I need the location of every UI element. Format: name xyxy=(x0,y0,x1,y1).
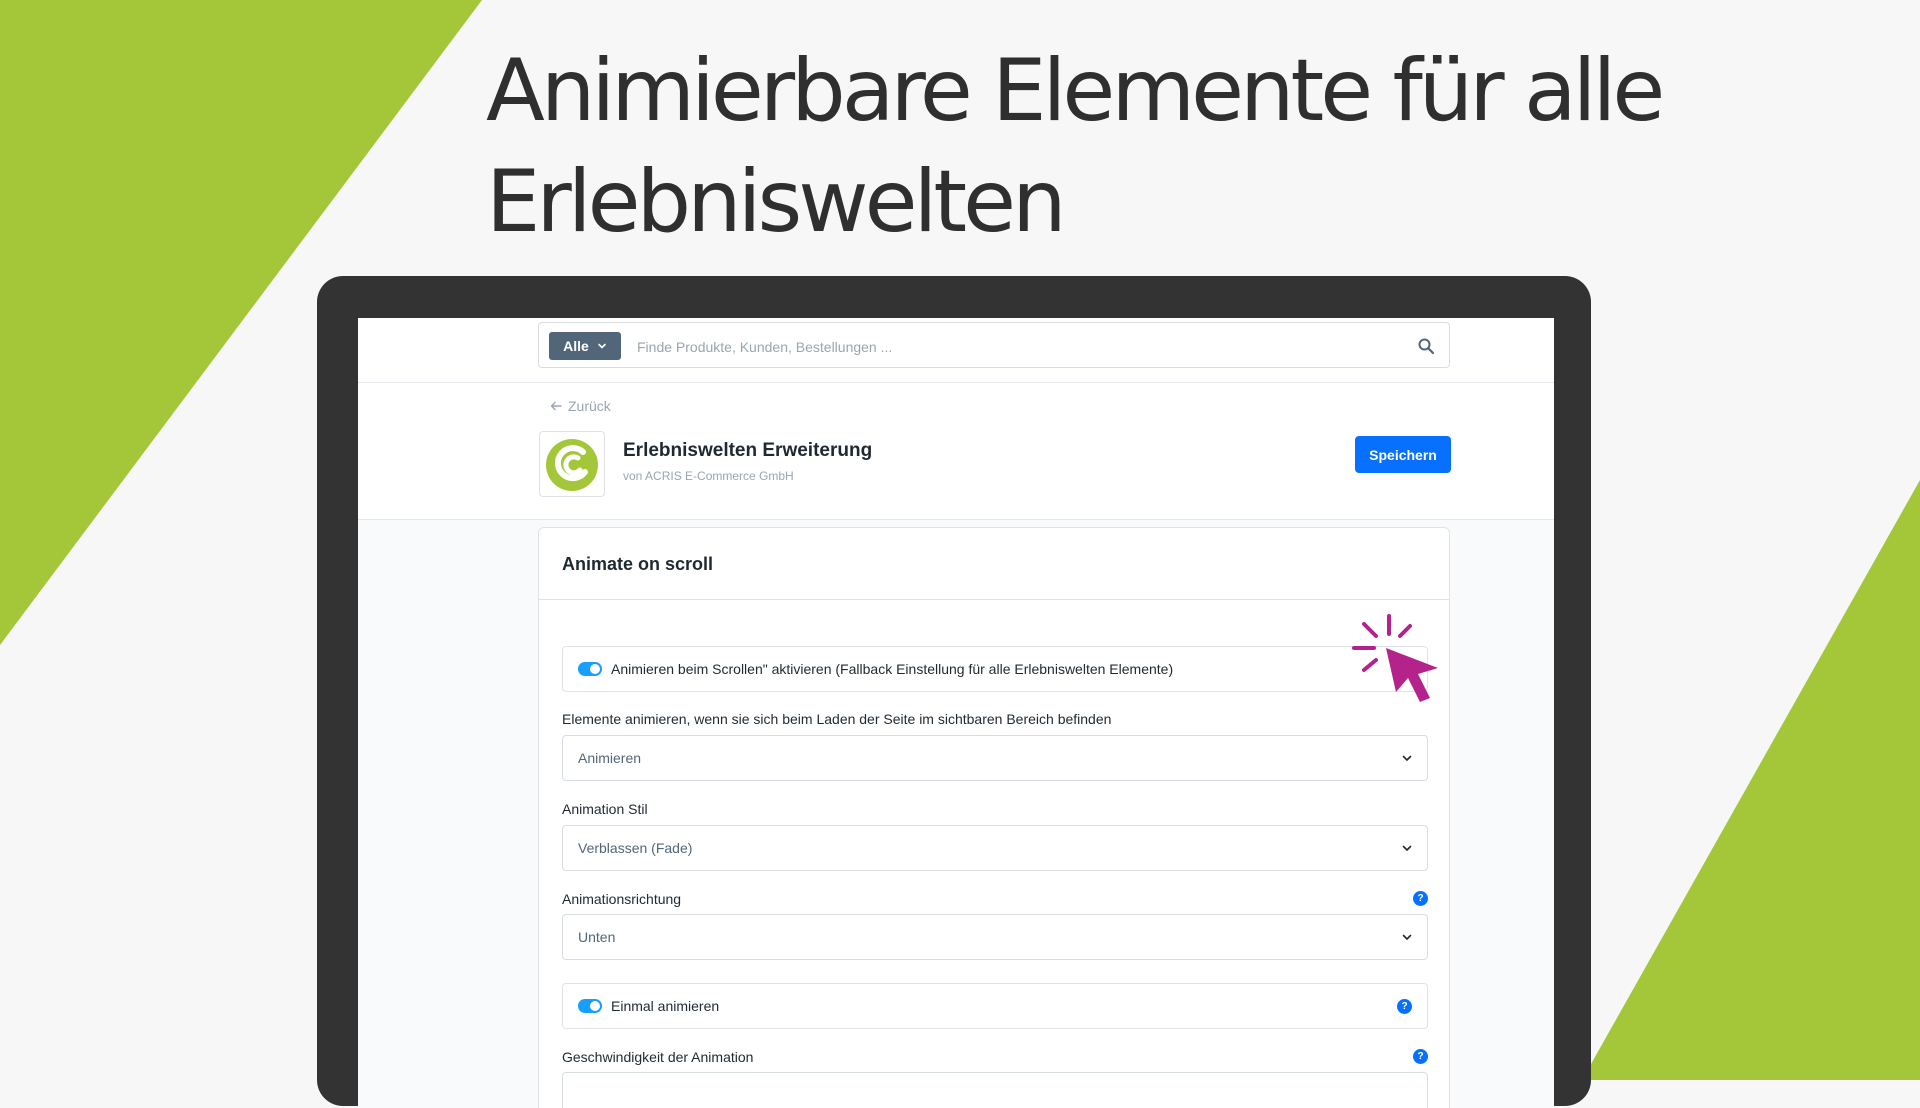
acris-logo-icon xyxy=(546,439,598,491)
animation-speed-select[interactable] xyxy=(562,1072,1428,1108)
animation-speed-label: Geschwindigkeit der Animation xyxy=(562,1049,754,1065)
green-triangle-bottom-right xyxy=(1582,480,1920,1080)
animation-direction-label: Animationsrichtung xyxy=(562,891,682,907)
page-headline: Animierbare Elemente für alle Erlebniswe… xyxy=(486,36,1686,258)
plugin-vendor: von ACRIS E-Commerce GmbH xyxy=(623,469,794,483)
animation-style-label: Animation Stil xyxy=(562,801,648,817)
animation-direction-select[interactable]: Unten xyxy=(562,914,1428,960)
search-input[interactable] xyxy=(635,335,1399,359)
chevron-down-icon xyxy=(598,343,606,349)
arrow-left-icon xyxy=(550,401,562,411)
animate-on-scroll-card: Animate on scroll Animieren beim Scrolle… xyxy=(538,527,1450,1108)
help-icon[interactable]: ? xyxy=(1413,891,1428,906)
back-link[interactable]: Zurück xyxy=(550,398,611,414)
toggle-knob xyxy=(590,1001,600,1011)
search-icon[interactable] xyxy=(1417,337,1435,355)
back-link-label: Zurück xyxy=(568,398,611,414)
global-search: Alle xyxy=(538,322,1450,368)
animate-on-scroll-toggle[interactable] xyxy=(578,662,602,676)
search-filter-button[interactable]: Alle xyxy=(549,332,621,360)
visible-elements-value: Animieren xyxy=(578,750,642,766)
switch-row-animate-on-scroll: Animieren beim Scrollen" aktivieren (Fal… xyxy=(562,646,1428,692)
headline-line-1: Animierbare Elemente für alle xyxy=(486,41,1665,141)
plugin-logo xyxy=(539,431,605,497)
admin-screen: Alle Zurück xyxy=(358,318,1554,1108)
chevron-down-icon xyxy=(1402,845,1412,851)
animation-style-value: Verblassen (Fade) xyxy=(578,840,693,856)
animation-direction-value: Unten xyxy=(578,929,616,945)
animate-once-toggle[interactable] xyxy=(578,999,602,1013)
headline-line-2: Erlebniswelten xyxy=(486,152,1067,252)
help-icon[interactable]: ? xyxy=(1413,1049,1428,1064)
chevron-down-icon xyxy=(1402,934,1412,940)
search-filter-label: Alle xyxy=(563,338,589,354)
animate-once-label: Einmal animieren xyxy=(611,998,720,1014)
toggle-knob xyxy=(590,664,600,674)
animate-on-scroll-label: Animieren beim Scrollen" aktivieren (Fal… xyxy=(611,661,1174,677)
help-icon[interactable]: ? xyxy=(1397,999,1412,1014)
save-button[interactable]: Speichern xyxy=(1355,436,1451,473)
card-header: Animate on scroll xyxy=(539,528,1449,600)
top-bar: Alle xyxy=(358,318,1554,383)
plugin-title: Erlebniswelten Erweiterung xyxy=(623,440,873,461)
visible-elements-label: Elemente animieren, wenn sie sich beim L… xyxy=(562,711,1112,727)
chevron-down-icon xyxy=(1402,755,1412,761)
card-title: Animate on scroll xyxy=(562,554,714,574)
click-cursor-icon xyxy=(1352,614,1438,702)
plugin-header: Zurück Erlebniswelten Erweiterung von AC… xyxy=(358,383,1554,520)
animation-style-select[interactable]: Verblassen (Fade) xyxy=(562,825,1428,871)
visible-elements-select[interactable]: Animieren xyxy=(562,735,1428,781)
switch-row-animate-once: Einmal animieren ? xyxy=(562,983,1428,1029)
